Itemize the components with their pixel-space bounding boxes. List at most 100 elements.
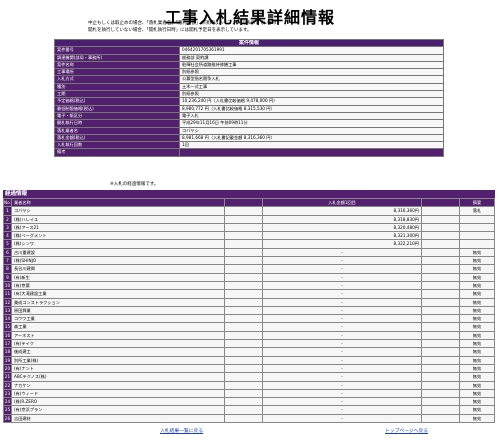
- bid-spacer: [223, 355, 263, 365]
- info-label: 電子・紙区分: [54, 111, 180, 121]
- bid-company: ABCテクノス(株): [10, 372, 225, 382]
- info-label: 落札金額(税込): [54, 133, 180, 143]
- bid-spacer: [420, 239, 461, 249]
- bid-remark: 無効: [459, 322, 495, 332]
- column-remark: 摘要: [459, 197, 495, 208]
- bid-remark: 無効: [459, 413, 495, 424]
- bid-no: 18: [3, 347, 12, 357]
- bid-company: 森工業: [10, 322, 225, 332]
- bid-remark: 無効: [459, 256, 495, 266]
- bid-row: 23 (有)ウィード - 無効: [3, 388, 495, 399]
- bid-remark: 無効: [459, 330, 495, 341]
- info-row: 案件名称 駐輝社会所道路維持修繕工事: [54, 60, 444, 70]
- bid-remark: 無効: [459, 397, 495, 407]
- info-label: 備考: [54, 148, 180, 157]
- bid-spacer: [223, 256, 263, 266]
- bid-spacer: [420, 388, 461, 399]
- bid-no: 26: [3, 413, 12, 424]
- bid-company: アーネスト: [10, 330, 225, 341]
- bid-remark: 無効: [459, 314, 495, 324]
- bid-remark: 落札: [459, 206, 495, 216]
- bid-company: (有)京葉: [10, 280, 225, 291]
- bid-row: 25 (有)京浜プラン - 無効: [3, 405, 495, 415]
- bid-company: (株)シンワ: [10, 239, 225, 249]
- bid-remark: 無効: [459, 297, 495, 307]
- bid-spacer: [223, 314, 263, 324]
- bid-remark: 無効: [459, 280, 495, 291]
- bid-row: 21 ABCテクノス(株) - 無効: [3, 372, 495, 382]
- bid-spacer: [420, 256, 461, 266]
- info-value: 8,980,772 円（入札書比較価格 8,315,530 円）: [179, 104, 444, 113]
- bid-row: 3 (株)アース21 8,320,480円: [3, 222, 495, 233]
- bid-amount: -: [261, 289, 422, 299]
- bid-company: コバヤシ: [10, 206, 225, 216]
- bid-no: 7: [3, 256, 12, 266]
- info-row: 開札執行日時 平成29年11月16日 午前09時11分: [54, 119, 444, 128]
- bid-spacer: [223, 363, 263, 374]
- info-value: 1回: [179, 141, 444, 150]
- column-amount: 入札金額1回目: [261, 197, 422, 208]
- bid-spacer: [223, 214, 263, 224]
- bid-spacer: [223, 405, 263, 415]
- bid-company: 美成コンストラクション: [10, 297, 225, 307]
- bid-row: 17 (有)テイク - 無効: [3, 339, 495, 349]
- bid-company: (株)R.ZERO: [10, 397, 225, 407]
- bid-company: (株)アース21: [10, 222, 225, 233]
- notice-line-2: 開札を執行していない場合、「開札執行日時」には開札予定日を表示しています。: [88, 27, 252, 33]
- bid-amount: -: [261, 372, 422, 382]
- bid-no: 10: [3, 280, 12, 291]
- bid-remark: [459, 239, 495, 249]
- bid-row: 6 古川重建設 - 無効: [3, 247, 495, 258]
- bid-row: 8 長谷川建興 - 無効: [3, 264, 495, 274]
- bid-row: 14 コウワ工業 - 無効: [3, 314, 495, 324]
- info-row: 電子・紙区分 電子入札: [54, 111, 444, 121]
- bid-results-table: No. 業者名称 入札金額1回目 摘要 1 コバヤシ 8,316,360円 落札 2 (株…: [3, 197, 495, 424]
- bid-spacer: [223, 264, 263, 274]
- bid-no: 9: [3, 272, 12, 282]
- bid-row: 18 後成建工 - 無効: [3, 347, 495, 357]
- bid-company: コウワ工業: [10, 314, 225, 324]
- bid-amount: -: [261, 388, 422, 399]
- info-label: 工事場所: [54, 68, 180, 77]
- info-row: 入札方式 公募型指名競争入札: [54, 75, 444, 84]
- bid-row: 4 (株)ベーグメント 8,321,300円: [3, 231, 495, 241]
- back-to-results-link[interactable]: 入札結果一覧に戻る: [160, 427, 203, 434]
- bid-spacer: [223, 388, 263, 399]
- bid-spacer: [223, 231, 263, 241]
- info-value: [179, 148, 444, 157]
- bid-no: 5: [3, 239, 12, 249]
- info-row: 工事場所 別紙参照: [54, 68, 444, 77]
- bid-spacer: [420, 222, 461, 233]
- column-no: No.: [3, 197, 12, 208]
- bid-row: 12 美成コンストラクション - 無効: [3, 297, 495, 307]
- bid-company: (有)ウィード: [10, 388, 225, 399]
- bid-spacer: [420, 372, 461, 382]
- bid-row: 2 (株)ハレイユ 8,318,830円: [3, 214, 495, 224]
- info-label: 工期: [54, 90, 180, 99]
- bid-spacer: [420, 347, 461, 357]
- bid-company: (有)新生: [10, 272, 225, 282]
- bid-spacer: [420, 355, 461, 365]
- info-row: 予定価格(税込) 10,236,240 円（入札書比較価格 9,478,000 円…: [54, 97, 444, 106]
- bid-no: 17: [3, 339, 12, 349]
- bid-spacer: [223, 305, 263, 316]
- back-to-top-link[interactable]: トップページへ戻る: [385, 427, 428, 434]
- bid-spacer: [420, 380, 461, 390]
- bid-spacer: [420, 280, 461, 291]
- bid-amount: -: [261, 355, 422, 365]
- info-label: 案件名称: [54, 60, 180, 70]
- bid-spacer: [223, 222, 263, 233]
- bid-remark: [459, 222, 495, 233]
- info-label: 入札方式: [54, 75, 180, 84]
- bid-spacer: [223, 413, 263, 424]
- bid-company: (有)大滝建設工業: [10, 289, 225, 299]
- bid-remark: [459, 214, 495, 224]
- info-row: 案件番号 0464201705361991: [54, 46, 444, 55]
- bid-remark: 無効: [459, 247, 495, 258]
- bid-no: 8: [3, 264, 12, 274]
- bid-section-title: 経過情報: [3, 190, 495, 198]
- bid-amount: -: [261, 247, 422, 258]
- bid-remark: 無効: [459, 339, 495, 349]
- bid-company: (有)京浜プラン: [10, 405, 225, 415]
- info-value: 別紙参照: [179, 68, 444, 77]
